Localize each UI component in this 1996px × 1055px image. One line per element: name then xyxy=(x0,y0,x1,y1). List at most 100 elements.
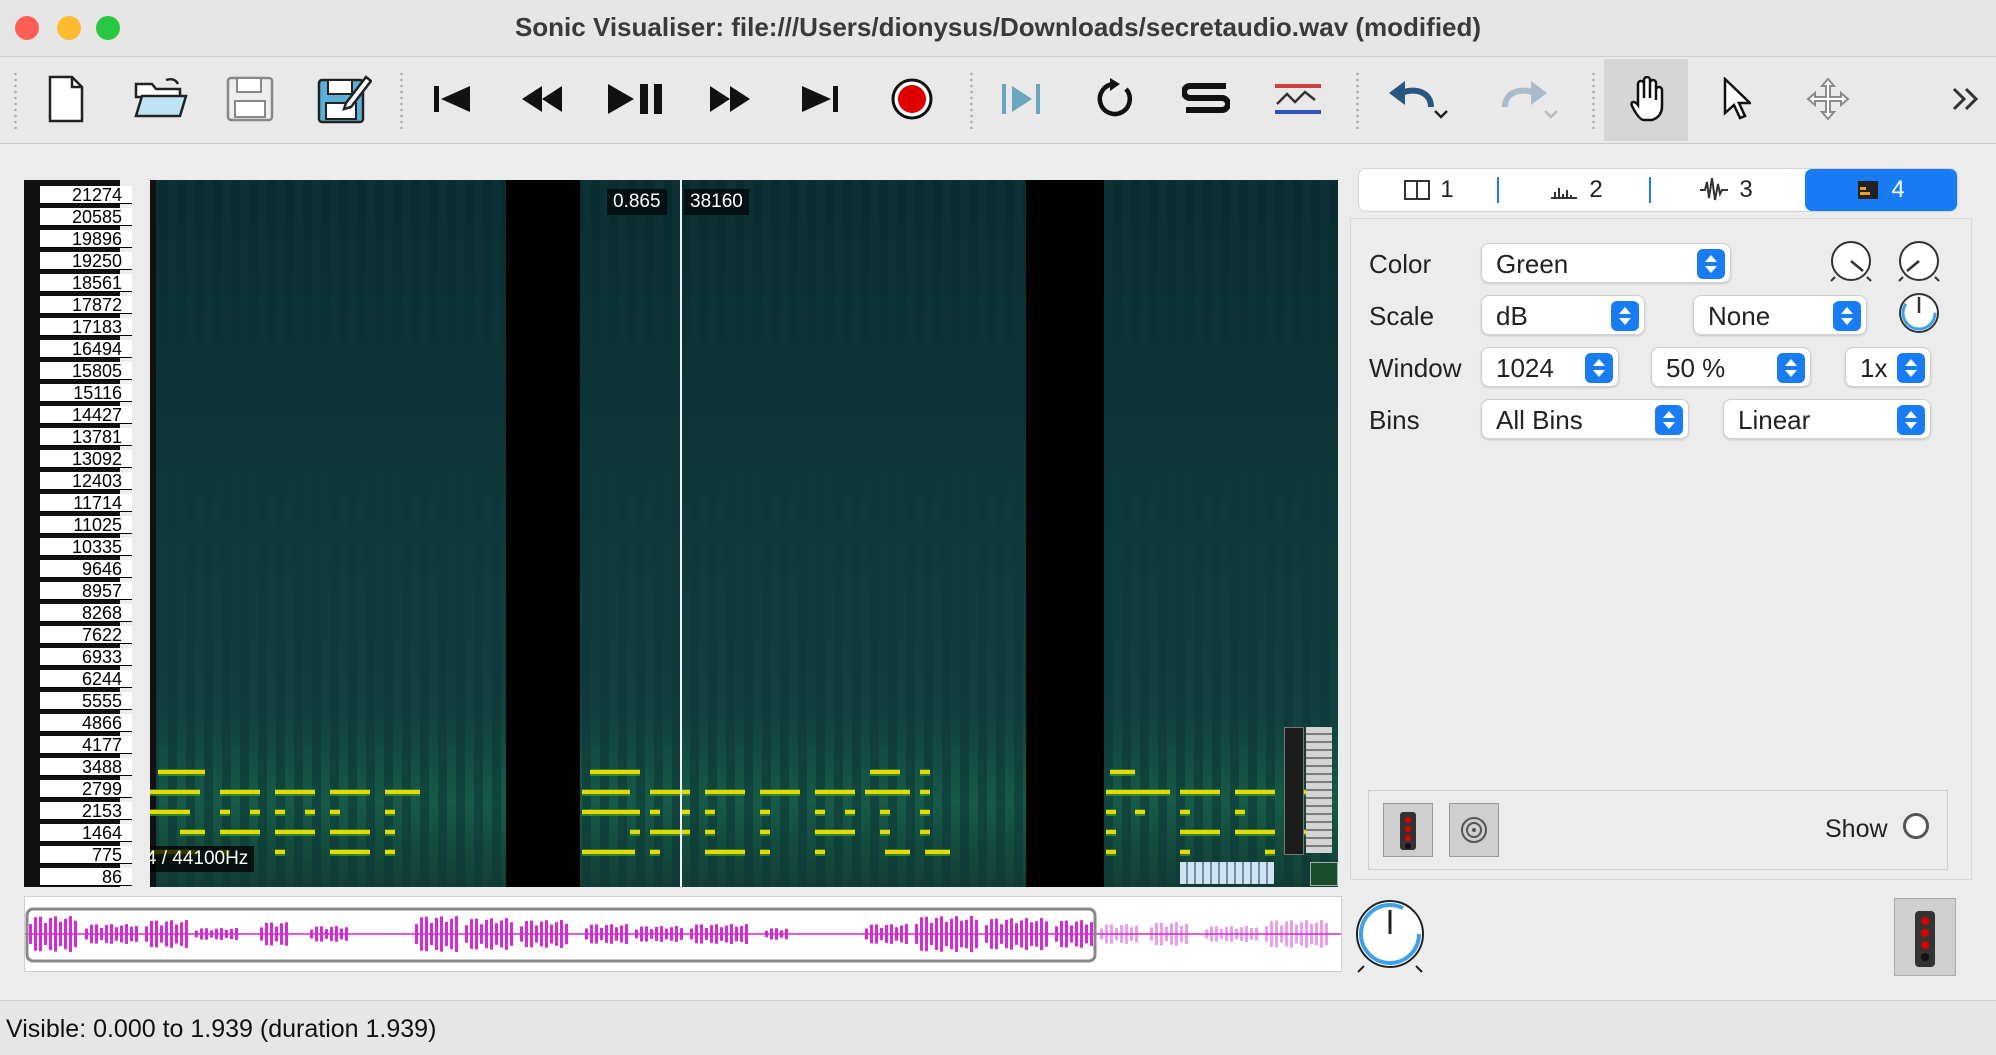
open-folder-icon[interactable] xyxy=(126,67,194,131)
playback-gain-knob[interactable] xyxy=(1352,898,1428,974)
threshold-knob[interactable] xyxy=(1897,239,1941,283)
waveform-segment xyxy=(915,924,918,944)
tab-layer-3[interactable]: 3 xyxy=(1651,169,1801,211)
ffwd-end-icon[interactable] xyxy=(786,67,854,131)
layer-color-swatch[interactable] xyxy=(1310,862,1338,886)
select-arrow-icon[interactable] xyxy=(1702,67,1770,131)
waveform-segment xyxy=(135,926,138,942)
window-overlap-dropdown[interactable]: 50 % xyxy=(1651,347,1811,387)
show-layer-toggle[interactable] xyxy=(1903,813,1929,839)
solo-icon[interactable] xyxy=(1172,67,1240,131)
loop-icon[interactable] xyxy=(1080,67,1148,131)
tab-layer-2[interactable]: 2 xyxy=(1501,169,1651,211)
waveform-segment xyxy=(1220,929,1223,939)
gain-knob[interactable] xyxy=(1897,291,1941,335)
pane-icon xyxy=(1404,180,1431,200)
waveform-segment xyxy=(1285,921,1288,947)
waveform-icon xyxy=(1700,178,1729,201)
waveform-segment xyxy=(330,926,333,942)
hidden-message-stroke xyxy=(1235,810,1245,814)
fast-forward-icon[interactable] xyxy=(696,67,764,131)
chevron-updown-icon xyxy=(1611,301,1639,331)
waveform-segment xyxy=(220,928,223,940)
waveform-segment xyxy=(1290,920,1293,948)
spectrogram-view[interactable]: 0.865 38160 2.4 / 44100Hz xyxy=(150,180,1338,887)
hidden-message-stroke xyxy=(150,810,190,814)
frequency-scale-dropdown[interactable]: Linear xyxy=(1723,399,1931,439)
hidden-message-stroke xyxy=(880,830,890,834)
hidden-message-stroke xyxy=(220,790,260,794)
chevron-updown-icon xyxy=(1833,301,1861,331)
playhead-cursor[interactable] xyxy=(680,180,682,887)
redo-icon[interactable] xyxy=(1494,67,1562,131)
waveform-segment xyxy=(545,920,548,948)
waveform-segment xyxy=(235,928,238,940)
vertical-zoom-thumb[interactable] xyxy=(1284,727,1304,855)
waveform-segment xyxy=(1250,928,1253,940)
move-icon[interactable] xyxy=(1794,67,1862,131)
frequency-tick-label: 1464 xyxy=(40,824,132,842)
align-icon[interactable] xyxy=(1264,67,1332,131)
waveform-segment xyxy=(59,921,62,947)
waveform-segment xyxy=(560,920,563,948)
save-icon[interactable] xyxy=(216,67,284,131)
navigate-hand-icon[interactable] xyxy=(1604,59,1688,141)
horizontal-zoom-wheel[interactable] xyxy=(1180,862,1274,884)
overflow-chevron-icon[interactable] xyxy=(1946,67,1986,131)
waveform-segment xyxy=(1315,922,1318,946)
play-pause-icon[interactable] xyxy=(602,67,670,131)
waveform-segment xyxy=(670,927,673,941)
color-dropdown-value: Green xyxy=(1496,249,1569,279)
scale-dropdown[interactable]: dB xyxy=(1481,295,1645,335)
overview-waveform[interactable] xyxy=(24,896,1342,972)
tab-layer-4-label: 4 xyxy=(1891,176,1905,203)
bins-dropdown[interactable]: All Bins xyxy=(1481,399,1689,439)
waveform-segment xyxy=(1040,918,1043,950)
waveform-segment xyxy=(1235,928,1238,940)
layer-tabs: 1 2 3 4 xyxy=(1358,168,1958,212)
color-label: Color xyxy=(1369,249,1432,279)
hidden-message-stroke xyxy=(1180,790,1220,794)
save-as-icon[interactable] xyxy=(310,67,378,131)
new-file-icon[interactable] xyxy=(32,67,100,131)
waveform-segment xyxy=(920,917,923,951)
waveform-segment xyxy=(500,920,503,948)
undo-icon[interactable] xyxy=(1384,67,1452,131)
play-audio-toggle[interactable] xyxy=(1449,803,1499,857)
colour-rotation-knob[interactable] xyxy=(1829,239,1873,283)
tab-layer-4[interactable]: 4 xyxy=(1805,169,1957,211)
waveform-segment xyxy=(340,928,343,940)
frequency-tick-label: 2153 xyxy=(40,802,132,820)
frequency-tick-label: 14427 xyxy=(40,406,132,424)
oversample-dropdown[interactable]: 1x xyxy=(1845,347,1931,387)
overview-waveform-graphic xyxy=(25,907,1341,963)
waveform-segment xyxy=(455,916,458,952)
tab-layer-2-label: 2 xyxy=(1589,176,1603,203)
playback-speed-meter[interactable] xyxy=(1894,898,1956,976)
color-dropdown[interactable]: Green xyxy=(1481,243,1731,283)
waveform-segment xyxy=(1225,926,1228,942)
spectrum-icon xyxy=(1551,188,1578,199)
hidden-message-stroke xyxy=(385,810,395,814)
layer-play-meter-button[interactable] xyxy=(1383,803,1433,857)
vertical-zoom-wheel[interactable] xyxy=(1306,727,1332,853)
rewind-icon[interactable] xyxy=(508,67,576,131)
waveform-segment xyxy=(555,922,558,946)
rewind-start-icon[interactable] xyxy=(418,67,486,131)
frequency-tick-label: 13781 xyxy=(40,428,132,446)
waveform-segment xyxy=(1105,924,1108,944)
window-size-dropdown[interactable]: 1024 xyxy=(1481,347,1619,387)
hidden-message-stroke xyxy=(180,830,205,834)
record-icon[interactable] xyxy=(878,67,946,131)
normalize-dropdown[interactable]: None xyxy=(1693,295,1867,335)
hidden-message-stroke xyxy=(220,810,230,814)
waveform-segment xyxy=(215,928,218,940)
waveform-segment xyxy=(865,928,868,940)
tab-layer-1-label: 1 xyxy=(1440,176,1454,203)
play-selection-icon[interactable] xyxy=(988,67,1056,131)
hidden-message-stroke xyxy=(385,830,395,834)
tab-layer-1[interactable]: 1 xyxy=(1359,169,1499,211)
waveform-segment xyxy=(1070,925,1073,943)
frequency-tick-label: 12403 xyxy=(40,472,132,490)
frequency-tick-label: 6933 xyxy=(40,648,132,666)
